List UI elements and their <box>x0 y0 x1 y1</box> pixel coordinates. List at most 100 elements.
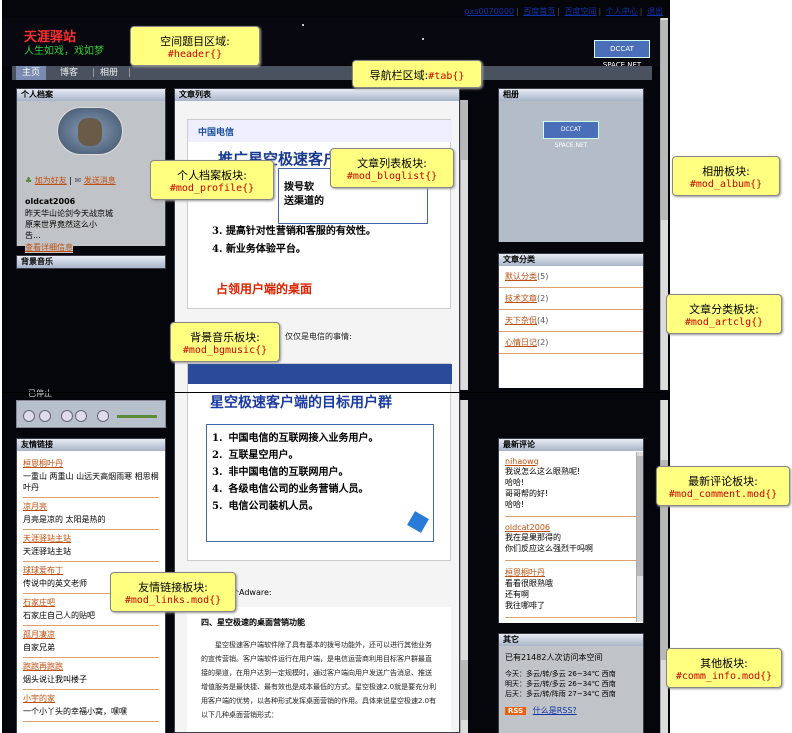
album-title: 相册 <box>499 89 643 101</box>
callout-profile: 个人档案板块: #mod_profile{} <box>150 160 274 200</box>
callout-links-label: 友情链接板块: <box>138 581 208 594</box>
link-name[interactable]: 孤月凄凉 <box>23 629 159 640</box>
page-scrollbar[interactable] <box>660 18 668 390</box>
player-status: 已停止 <box>28 389 52 398</box>
comment-text: 哈哈! <box>505 478 525 487</box>
avatar[interactable] <box>57 107 123 155</box>
callout-album: 相册板块: #mod_album{} <box>672 156 780 196</box>
comments-title: 最新评论 <box>499 439 643 451</box>
slide1-item: 送渠道的 <box>284 196 324 207</box>
comment-item: nihaowq 我说怎么这么眼熟呢! 哈哈! 哥哥帮的好! 哈哈! <box>505 455 637 517</box>
send-message-link[interactable]: 发送消息 <box>84 176 116 185</box>
baidu-space-link[interactable]: 百度空间 <box>565 7 597 16</box>
bgmusic-title: 背景音乐 <box>17 256 165 268</box>
callout-links-code: #mod_links.mod{} <box>124 595 222 606</box>
telecom-logo: 中国电信 <box>198 128 235 138</box>
rss-badge[interactable]: RSS <box>505 707 527 715</box>
slide2-list: 1. 中国电信的互联网接入业务用户。 2. 互联星空用户。 3. 非中国电信的互联网用户。… <box>212 430 378 515</box>
slide1-item: 新业务体验平台。 <box>225 244 306 255</box>
link-name[interactable]: 小宇的家 <box>23 693 159 704</box>
bloglist-scrollbar[interactable] <box>460 100 468 390</box>
tab-home[interactable]: 主页 <box>16 66 47 80</box>
callout-bloglist: 文章列表板块: #mod_bloglist{} <box>330 148 454 188</box>
add-friend-link[interactable]: 加为好友 <box>35 176 67 185</box>
link-desc: 烟头说让我叫楼子 <box>23 675 87 684</box>
callout-bgmusic-code: #mod_bgmusic{} <box>182 345 268 356</box>
slide1-item: 提高针对性营销和客服的有效性。 <box>225 226 376 237</box>
callout-tab: 导航栏区域:#tab{} <box>352 60 482 88</box>
comment-text: 看看很眼熟哦 <box>505 579 553 588</box>
article-heading: 四、星空极速的桌面营销功能 <box>201 618 305 627</box>
slide1-num: 4. <box>212 244 223 255</box>
link-name[interactable]: 天涯驿站主站 <box>23 533 159 544</box>
album-thumbnail[interactable]: DCCAT SPACE.NET <box>543 121 599 149</box>
music-player <box>16 400 166 428</box>
link-name[interactable]: 凉月亮 <box>23 501 159 512</box>
prev-icon[interactable] <box>61 410 73 422</box>
callout-bgmusic: 背景音乐板块: #mod_bgmusic{} <box>170 322 280 362</box>
slide1-item: 拨号软 <box>284 182 314 193</box>
message-icon: ✉ <box>74 176 82 185</box>
logout-link[interactable]: 退出 <box>647 7 663 16</box>
header: 天涯驿站 人生如戏，戏如梦 DCCAT SPACE.NET <box>2 18 670 69</box>
link-name[interactable]: 桓恩桐叶丹 <box>23 458 159 469</box>
volume-slider[interactable] <box>117 415 157 418</box>
slide2-num: 4. <box>212 484 223 495</box>
user-link[interactable]: pxs0070000 <box>464 7 514 16</box>
category-link[interactable]: 默认分类 <box>505 272 537 281</box>
category-link[interactable]: 天下杂侃 <box>505 316 537 325</box>
callout-header: 空间题目区域: #header{} <box>130 26 260 66</box>
view-details-link[interactable]: 查看详细信息 <box>25 242 73 253</box>
link-desc: 月亮是凉的 太阳是热的 <box>23 515 106 524</box>
category-count: (5) <box>537 272 549 281</box>
slide2-item: 5. 电信公司装机人员。 <box>212 498 378 515</box>
comment-author[interactable]: nihaowq <box>505 457 637 466</box>
bloglist-title: 文章列表 <box>175 89 459 101</box>
star-decor <box>422 38 424 40</box>
callout-comm-info-label: 其他板块: <box>700 657 748 670</box>
link-desc: 一重山 两重山 山远天高烟雨寒 相思桐叶丹 <box>23 472 159 492</box>
mod-artclg: 文章分类 默认分类(5) 技术文章(2) 天下杂侃(4) 心情日记(2) <box>498 253 644 388</box>
comment-text: 我往哪啡了 <box>505 601 545 610</box>
category-link[interactable]: 技术文章 <box>505 294 537 303</box>
personal-center-link[interactable]: 个人中心 <box>606 7 638 16</box>
callout-profile-code: #mod_profile{} <box>169 183 255 194</box>
category-link[interactable]: 心情日记 <box>505 338 537 347</box>
list-item: 孤月凄凉 自家兄弟 <box>23 626 159 658</box>
comment-author[interactable]: oldcat2006 <box>505 523 637 532</box>
slide2-text: 非中国电信的互联网用户。 <box>228 467 349 478</box>
logo-badge[interactable]: DCCAT SPACE.NET <box>594 40 650 69</box>
comment-text: 还有啊 <box>505 590 529 599</box>
callout-links: 友情链接板块: #mod_links.mod{} <box>110 572 236 612</box>
callout-artclg: 文章分类板块: #mod_artclg{} <box>666 294 782 334</box>
baidu-home-link[interactable]: 百度首页 <box>523 7 555 16</box>
comment-text: 我说怎么这么眼熟呢! <box>505 467 581 476</box>
tab-album[interactable]: 相册 <box>100 66 118 80</box>
link-desc: 一个小丫头的幸福小窝，嘿嘿 <box>23 707 127 716</box>
slide2-num: 3. <box>212 467 223 478</box>
profile-bio-1: 昨天华山论剑今天战京城 <box>25 209 113 218</box>
tab-blog[interactable]: 博客 <box>60 66 78 80</box>
slide2-text: 中国电信的互联网接入业务用户。 <box>228 433 379 444</box>
mod-profile: 个人档案 ♣ 加为好友 | ✉ 发送消息 oldcat2006 昨天华山论剑今天… <box>16 88 166 253</box>
top-links: pxs0070000 | 百度首页 | 百度空间 | 个人中心 | 退出 <box>464 7 663 16</box>
slide2-num: 5. <box>212 501 223 512</box>
next-icon[interactable] <box>75 410 87 422</box>
category-item: 心情日记(2) <box>499 332 643 354</box>
cat-image-icon <box>78 118 102 146</box>
comment-text: 哈哈! <box>505 500 525 509</box>
list-item: 凉月亮月亮是凉的 太阳是热的 <box>23 498 159 530</box>
slide2-item: 1. 中国电信的互联网接入业务用户。 <box>212 430 378 447</box>
comment-scrollbar[interactable] <box>636 452 643 622</box>
link-name[interactable]: 跑跑再跑跑 <box>23 661 159 672</box>
profile-bio-3: 告... <box>25 231 41 240</box>
volume-icon[interactable] <box>97 410 109 422</box>
tab-separator: | <box>128 68 132 78</box>
weather-today: 今天：多云/转/多云 26~34℃ 西南 <box>505 670 616 678</box>
play-icon[interactable] <box>23 410 35 422</box>
what-is-rss-link[interactable]: 什么是RSS? <box>533 706 577 715</box>
bloglist-scrollbar-lower[interactable] <box>460 400 468 733</box>
slide2-text: 互联星空用户。 <box>228 450 299 461</box>
comment-author[interactable]: 桓恩桐叶丹 <box>505 567 637 578</box>
stop-icon[interactable] <box>39 410 51 422</box>
